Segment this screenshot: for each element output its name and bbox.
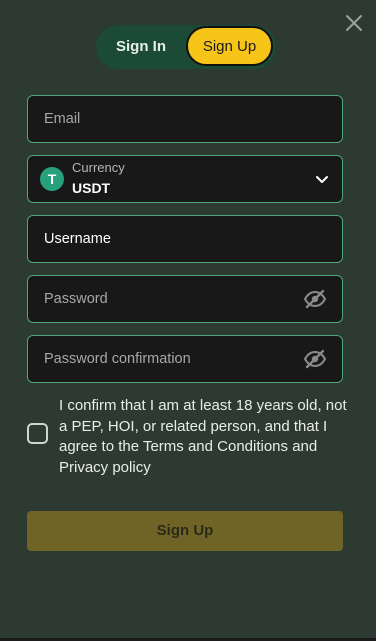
signup-modal: Sign In Sign Up Email T Currency USDT Us… bbox=[0, 0, 376, 641]
currency-label: Currency bbox=[72, 160, 125, 175]
eye-off-icon[interactable] bbox=[304, 289, 326, 309]
currency-select[interactable]: T Currency USDT bbox=[27, 155, 343, 203]
tab-sign-in[interactable]: Sign In bbox=[96, 25, 186, 69]
email-placeholder: Email bbox=[44, 111, 81, 127]
chevron-down-icon[interactable] bbox=[314, 171, 330, 187]
password-placeholder: Password bbox=[44, 291, 108, 307]
terms-text: I confirm that I am at least 18 years ol… bbox=[59, 397, 347, 476]
username-value: Username bbox=[44, 231, 111, 247]
username-field[interactable]: Username bbox=[27, 215, 343, 263]
close-icon bbox=[346, 15, 362, 31]
password-field[interactable]: Password bbox=[27, 275, 343, 323]
email-field[interactable]: Email bbox=[27, 95, 343, 143]
password-confirmation-placeholder: Password confirmation bbox=[44, 351, 191, 367]
tab-sign-up[interactable]: Sign Up bbox=[186, 26, 273, 66]
sign-up-button[interactable]: Sign Up bbox=[27, 511, 343, 551]
eye-off-icon[interactable] bbox=[304, 349, 326, 369]
tether-icon: T bbox=[40, 167, 64, 191]
currency-value: USDT bbox=[72, 180, 111, 196]
password-confirmation-field[interactable]: Password confirmation bbox=[27, 335, 343, 383]
close-button[interactable] bbox=[344, 13, 364, 33]
terms-checkbox[interactable] bbox=[27, 423, 48, 444]
auth-tabs: Sign In Sign Up bbox=[96, 25, 276, 69]
